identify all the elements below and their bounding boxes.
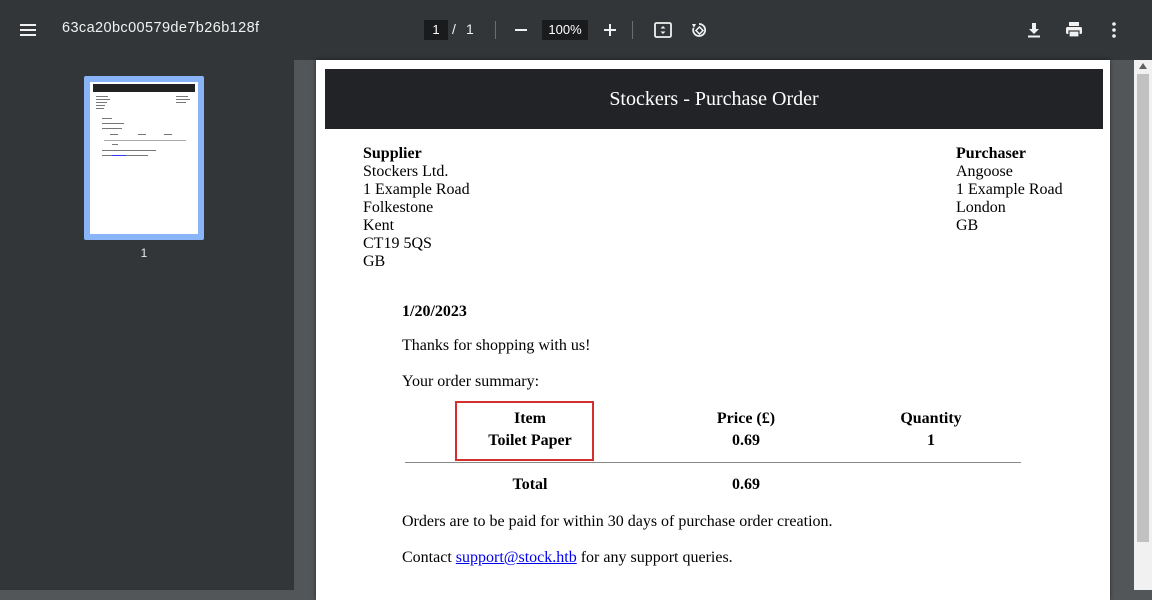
scroll-up-arrow-icon[interactable] xyxy=(1139,63,1147,69)
zoom-level-input[interactable]: 100% xyxy=(542,20,588,40)
contact-prefix: Contact xyxy=(402,549,456,566)
toolbar-divider xyxy=(495,21,496,39)
supplier-line: 1 Example Road xyxy=(363,181,470,198)
supplier-address: Supplier Stockers Ltd. 1 Example Road Fo… xyxy=(363,145,470,271)
toolbar-divider xyxy=(632,21,633,39)
page-number-input[interactable]: 1 xyxy=(424,20,448,40)
supplier-line: Stockers Ltd. xyxy=(363,163,449,180)
supplier-line: Folkestone xyxy=(363,199,434,216)
supplier-line: Kent xyxy=(363,217,395,234)
fit-page-icon[interactable] xyxy=(649,16,677,44)
menu-icon[interactable] xyxy=(14,16,42,44)
purchaser-heading: Purchaser xyxy=(956,145,1026,162)
purchaser-line: Angoose xyxy=(956,163,1013,180)
purchaser-line: 1 Example Road xyxy=(956,181,1063,198)
document-viewer[interactable]: Stockers - Purchase Order Supplier Stock… xyxy=(294,60,1152,600)
table-divider xyxy=(405,462,1021,463)
contact-suffix: for any support queries. xyxy=(576,549,733,566)
support-email-link[interactable]: support@stock.htb xyxy=(456,549,577,566)
table-header-price: Price (£) xyxy=(716,410,776,427)
thumbnail-page-number: 1 xyxy=(140,246,148,260)
total-value: 0.69 xyxy=(732,476,760,493)
download-icon[interactable] xyxy=(1020,16,1048,44)
purchaser-line: GB xyxy=(956,217,979,234)
purchaser-address: Purchaser Angoose 1 Example Road London … xyxy=(956,145,1063,235)
pdf-page: Stockers - Purchase Order Supplier Stock… xyxy=(316,60,1110,600)
zoom-in-icon[interactable] xyxy=(596,16,624,44)
purchaser-line: London xyxy=(956,199,1006,216)
pdf-toolbar: 63ca20bc00579de7b26b128f 1 / 1 100% xyxy=(0,0,1152,60)
table-cell-price: 0.69 xyxy=(732,432,760,449)
thumbnail-page-preview xyxy=(90,82,198,234)
order-summary-label: Your order summary: xyxy=(402,373,540,390)
order-date: 1/20/2023 xyxy=(402,303,467,320)
table-cell-quantity: 1 xyxy=(927,432,935,449)
contact-line: Contact support@stock.htb for any suppor… xyxy=(402,549,733,567)
page-thumbnail[interactable] xyxy=(84,76,204,240)
supplier-heading: Supplier xyxy=(363,145,422,162)
table-header-quantity: Quantity xyxy=(900,410,962,427)
page-separator: / xyxy=(452,21,456,37)
total-label: Total xyxy=(512,476,548,493)
document-title: 63ca20bc00579de7b26b128f xyxy=(62,20,260,36)
supplier-line: GB xyxy=(363,253,386,270)
supplier-line: CT19 5QS xyxy=(363,235,432,252)
page-total: 1 xyxy=(466,21,474,37)
payment-terms: Orders are to be paid for within 30 days… xyxy=(402,513,833,530)
vertical-scrollbar[interactable] xyxy=(1134,60,1152,590)
print-icon[interactable] xyxy=(1060,16,1088,44)
zoom-out-icon[interactable] xyxy=(507,16,535,44)
more-vert-icon[interactable] xyxy=(1100,16,1128,44)
highlight-annotation-box xyxy=(455,401,594,461)
rotate-icon[interactable] xyxy=(685,16,713,44)
scrollbar-thumb[interactable] xyxy=(1137,74,1149,542)
thanks-message: Thanks for shopping with us! xyxy=(402,337,591,354)
thumbnail-sidebar: 1 xyxy=(0,60,294,590)
document-header: Stockers - Purchase Order xyxy=(325,69,1103,129)
